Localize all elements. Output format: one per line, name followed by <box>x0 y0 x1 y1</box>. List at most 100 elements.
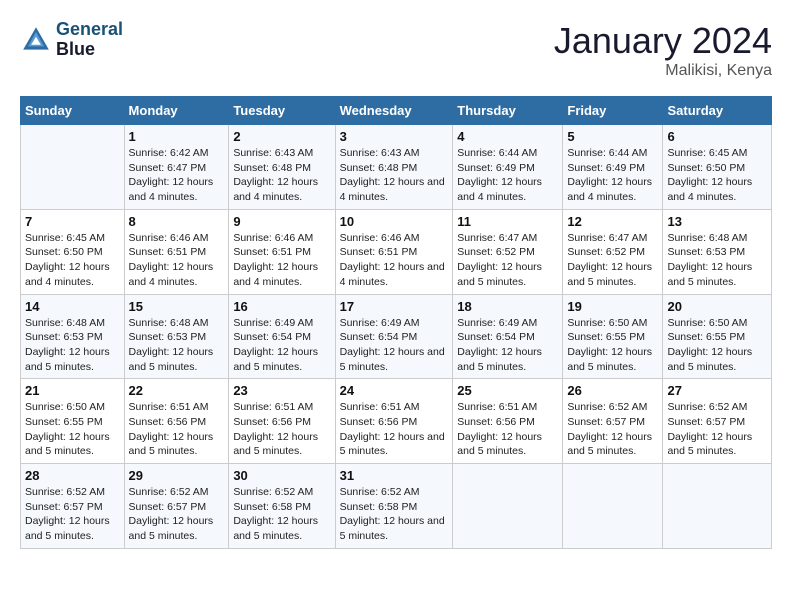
day-cell: 23 Sunrise: 6:51 AMSunset: 6:56 PMDayligh… <box>229 379 335 464</box>
col-header-wednesday: Wednesday <box>335 97 453 125</box>
day-cell: 11 Sunrise: 6:47 AMSunset: 6:52 PMDayligh… <box>453 209 563 294</box>
col-header-sunday: Sunday <box>21 97 125 125</box>
day-detail: Sunrise: 6:44 AMSunset: 6:49 PMDaylight:… <box>567 146 658 205</box>
day-detail: Sunrise: 6:46 AMSunset: 6:51 PMDaylight:… <box>129 231 225 290</box>
title-block: January 2024 Malikisi, Kenya <box>554 20 772 80</box>
day-detail: Sunrise: 6:49 AMSunset: 6:54 PMDaylight:… <box>457 316 558 375</box>
day-detail: Sunrise: 6:52 AMSunset: 6:57 PMDaylight:… <box>667 400 767 459</box>
day-cell: 10Sunrise: 6:46 AMSunset: 6:51 PMDayligh… <box>335 209 453 294</box>
day-number: 29 <box>129 468 225 483</box>
page-header: General Blue January 2024 Malikisi, Keny… <box>20 20 772 80</box>
day-cell: 26 Sunrise: 6:52 AMSunset: 6:57 PMDayligh… <box>563 379 663 464</box>
col-header-monday: Monday <box>124 97 229 125</box>
day-detail: Sunrise: 6:44 AMSunset: 6:49 PMDaylight:… <box>457 146 558 205</box>
day-cell: 12 Sunrise: 6:47 AMSunset: 6:52 PMDayligh… <box>563 209 663 294</box>
header-row: SundayMondayTuesdayWednesdayThursdayFrid… <box>21 97 772 125</box>
month-title: January 2024 <box>554 20 772 62</box>
col-header-friday: Friday <box>563 97 663 125</box>
week-row-5: 28 Sunrise: 6:52 AMSunset: 6:57 PMDayligh… <box>21 464 772 549</box>
logo-icon <box>20 24 52 56</box>
day-detail: Sunrise: 6:43 AMSunset: 6:48 PMDaylight:… <box>233 146 330 205</box>
day-cell: 1 Sunrise: 6:42 AMSunset: 6:47 PMDaylight… <box>124 125 229 210</box>
calendar-table: SundayMondayTuesdayWednesdayThursdayFrid… <box>20 96 772 549</box>
day-number: 11 <box>457 214 558 229</box>
day-cell: 21Sunrise: 6:50 AMSunset: 6:55 PMDayligh… <box>21 379 125 464</box>
logo: General Blue <box>20 20 123 60</box>
col-header-thursday: Thursday <box>453 97 563 125</box>
day-detail: Sunrise: 6:48 AMSunset: 6:53 PMDaylight:… <box>667 231 767 290</box>
day-number: 25 <box>457 383 558 398</box>
day-cell: 7Sunrise: 6:45 AMSunset: 6:50 PMDaylight… <box>21 209 125 294</box>
day-detail: Sunrise: 6:45 AMSunset: 6:50 PMDaylight:… <box>25 231 120 290</box>
week-row-3: 14Sunrise: 6:48 AMSunset: 6:53 PMDayligh… <box>21 294 772 379</box>
week-row-2: 7Sunrise: 6:45 AMSunset: 6:50 PMDaylight… <box>21 209 772 294</box>
day-cell: 14Sunrise: 6:48 AMSunset: 6:53 PMDayligh… <box>21 294 125 379</box>
day-number: 26 <box>567 383 658 398</box>
logo-text: General Blue <box>56 20 123 60</box>
day-number: 16 <box>233 299 330 314</box>
day-detail: Sunrise: 6:51 AMSunset: 6:56 PMDaylight:… <box>340 400 449 459</box>
day-cell <box>563 464 663 549</box>
day-cell: 31Sunrise: 6:52 AMSunset: 6:58 PMDayligh… <box>335 464 453 549</box>
day-number: 27 <box>667 383 767 398</box>
day-cell: 3 Sunrise: 6:43 AMSunset: 6:48 PMDaylight… <box>335 125 453 210</box>
col-header-saturday: Saturday <box>663 97 772 125</box>
day-number: 20 <box>667 299 767 314</box>
day-cell: 30Sunrise: 6:52 AMSunset: 6:58 PMDayligh… <box>229 464 335 549</box>
day-cell: 25 Sunrise: 6:51 AMSunset: 6:56 PMDayligh… <box>453 379 563 464</box>
day-detail: Sunrise: 6:50 AMSunset: 6:55 PMDaylight:… <box>567 316 658 375</box>
day-number: 5 <box>567 129 658 144</box>
day-detail: Sunrise: 6:48 AMSunset: 6:53 PMDaylight:… <box>129 316 225 375</box>
day-cell: 27 Sunrise: 6:52 AMSunset: 6:57 PMDayligh… <box>663 379 772 464</box>
day-detail: Sunrise: 6:48 AMSunset: 6:53 PMDaylight:… <box>25 316 120 375</box>
day-detail: Sunrise: 6:51 AMSunset: 6:56 PMDaylight:… <box>457 400 558 459</box>
day-cell <box>21 125 125 210</box>
day-number: 3 <box>340 129 449 144</box>
day-cell: 2 Sunrise: 6:43 AMSunset: 6:48 PMDaylight… <box>229 125 335 210</box>
day-cell: 19 Sunrise: 6:50 AMSunset: 6:55 PMDayligh… <box>563 294 663 379</box>
day-number: 12 <box>567 214 658 229</box>
day-detail: Sunrise: 6:51 AMSunset: 6:56 PMDaylight:… <box>233 400 330 459</box>
day-detail: Sunrise: 6:49 AMSunset: 6:54 PMDaylight:… <box>340 316 449 375</box>
location: Malikisi, Kenya <box>554 62 772 80</box>
day-cell: 4Sunrise: 6:44 AMSunset: 6:49 PMDaylight… <box>453 125 563 210</box>
day-number: 15 <box>129 299 225 314</box>
day-number: 21 <box>25 383 120 398</box>
day-number: 23 <box>233 383 330 398</box>
day-cell: 15 Sunrise: 6:48 AMSunset: 6:53 PMDayligh… <box>124 294 229 379</box>
day-number: 6 <box>667 129 767 144</box>
day-cell <box>663 464 772 549</box>
day-detail: Sunrise: 6:47 AMSunset: 6:52 PMDaylight:… <box>457 231 558 290</box>
day-detail: Sunrise: 6:42 AMSunset: 6:47 PMDaylight:… <box>129 146 225 205</box>
day-number: 2 <box>233 129 330 144</box>
day-number: 30 <box>233 468 330 483</box>
day-cell: 18 Sunrise: 6:49 AMSunset: 6:54 PMDayligh… <box>453 294 563 379</box>
day-detail: Sunrise: 6:43 AMSunset: 6:48 PMDaylight:… <box>340 146 449 205</box>
day-detail: Sunrise: 6:52 AMSunset: 6:57 PMDaylight:… <box>25 485 120 544</box>
day-number: 9 <box>233 214 330 229</box>
day-detail: Sunrise: 6:46 AMSunset: 6:51 PMDaylight:… <box>340 231 449 290</box>
day-detail: Sunrise: 6:52 AMSunset: 6:58 PMDaylight:… <box>340 485 449 544</box>
day-cell: 9 Sunrise: 6:46 AMSunset: 6:51 PMDaylight… <box>229 209 335 294</box>
day-detail: Sunrise: 6:52 AMSunset: 6:57 PMDaylight:… <box>567 400 658 459</box>
day-detail: Sunrise: 6:51 AMSunset: 6:56 PMDaylight:… <box>129 400 225 459</box>
day-cell: 6Sunrise: 6:45 AMSunset: 6:50 PMDaylight… <box>663 125 772 210</box>
day-number: 28 <box>25 468 120 483</box>
day-cell: 8 Sunrise: 6:46 AMSunset: 6:51 PMDaylight… <box>124 209 229 294</box>
day-detail: Sunrise: 6:47 AMSunset: 6:52 PMDaylight:… <box>567 231 658 290</box>
day-detail: Sunrise: 6:49 AMSunset: 6:54 PMDaylight:… <box>233 316 330 375</box>
day-detail: Sunrise: 6:50 AMSunset: 6:55 PMDaylight:… <box>667 316 767 375</box>
day-cell: 5 Sunrise: 6:44 AMSunset: 6:49 PMDaylight… <box>563 125 663 210</box>
day-number: 13 <box>667 214 767 229</box>
day-number: 8 <box>129 214 225 229</box>
week-row-1: 1 Sunrise: 6:42 AMSunset: 6:47 PMDaylight… <box>21 125 772 210</box>
day-detail: Sunrise: 6:52 AMSunset: 6:57 PMDaylight:… <box>129 485 225 544</box>
day-number: 1 <box>129 129 225 144</box>
day-cell <box>453 464 563 549</box>
day-cell: 24Sunrise: 6:51 AMSunset: 6:56 PMDayligh… <box>335 379 453 464</box>
day-number: 18 <box>457 299 558 314</box>
day-number: 19 <box>567 299 658 314</box>
day-detail: Sunrise: 6:46 AMSunset: 6:51 PMDaylight:… <box>233 231 330 290</box>
day-cell: 29 Sunrise: 6:52 AMSunset: 6:57 PMDayligh… <box>124 464 229 549</box>
day-cell: 17Sunrise: 6:49 AMSunset: 6:54 PMDayligh… <box>335 294 453 379</box>
